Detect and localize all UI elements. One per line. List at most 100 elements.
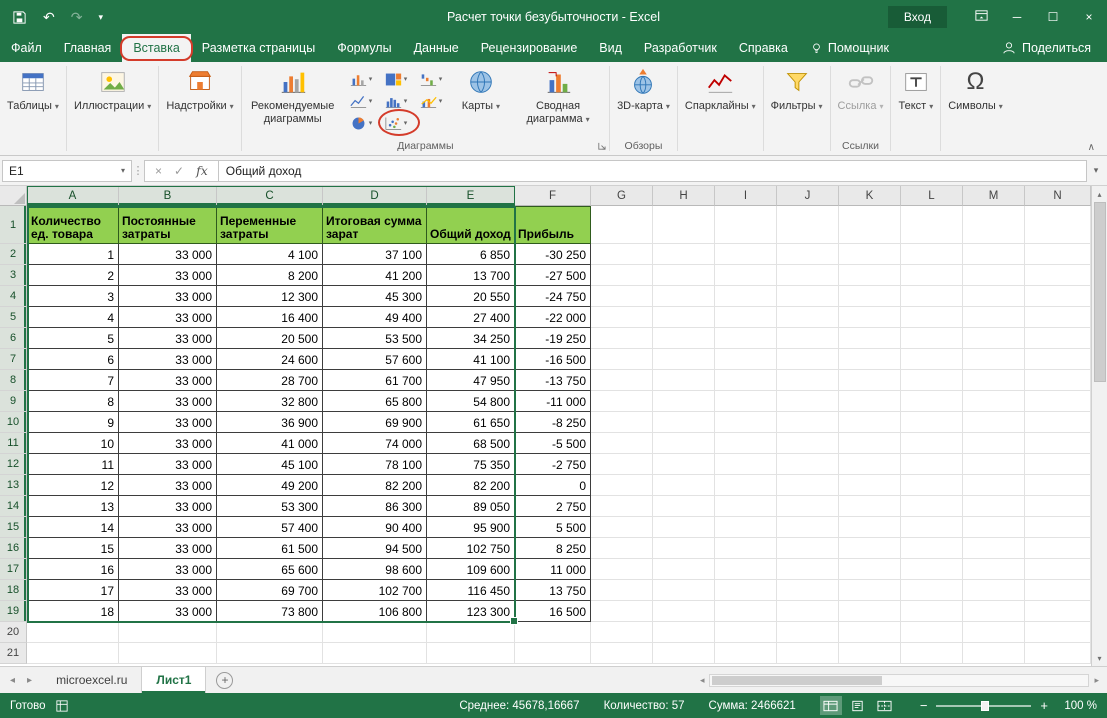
- cell-J2[interactable]: [777, 244, 839, 265]
- map-3d-button[interactable]: 3D-карта▾: [610, 62, 677, 138]
- cell-M1[interactable]: [963, 206, 1025, 244]
- row-header-2[interactable]: 2: [0, 244, 27, 265]
- cell-I4[interactable]: [715, 286, 777, 307]
- cell-D1[interactable]: Итоговая сумма зарат: [323, 206, 427, 244]
- cell-M21[interactable]: [963, 643, 1025, 664]
- cell-J11[interactable]: [777, 433, 839, 454]
- cell-L11[interactable]: [901, 433, 963, 454]
- cell-F8[interactable]: -13 750: [515, 370, 591, 391]
- cell-K15[interactable]: [839, 517, 901, 538]
- cell-L18[interactable]: [901, 580, 963, 601]
- cell-I3[interactable]: [715, 265, 777, 286]
- cell-M11[interactable]: [963, 433, 1025, 454]
- row-header-14[interactable]: 14: [0, 496, 27, 517]
- cell-G3[interactable]: [591, 265, 653, 286]
- cell-C7[interactable]: 24 600: [217, 349, 323, 370]
- cell-C10[interactable]: 36 900: [217, 412, 323, 433]
- cell-B15[interactable]: 33 000: [119, 517, 217, 538]
- tables-button[interactable]: Таблицы▾: [0, 62, 66, 138]
- column-header-B[interactable]: B: [119, 186, 217, 206]
- cell-G20[interactable]: [591, 622, 653, 643]
- column-header-G[interactable]: G: [591, 186, 653, 206]
- cell-D15[interactable]: 90 400: [323, 517, 427, 538]
- cell-M20[interactable]: [963, 622, 1025, 643]
- scroll-left-icon[interactable]: ◂: [698, 675, 707, 686]
- tab-formulas[interactable]: Формулы: [326, 34, 402, 62]
- select-all-button[interactable]: [0, 186, 27, 206]
- cell-H5[interactable]: [653, 307, 715, 328]
- cell-K3[interactable]: [839, 265, 901, 286]
- cell-D11[interactable]: 74 000: [323, 433, 427, 454]
- cell-H3[interactable]: [653, 265, 715, 286]
- illustrations-button[interactable]: Иллюстрации▾: [67, 62, 158, 138]
- cell-D13[interactable]: 82 200: [323, 475, 427, 496]
- cell-L4[interactable]: [901, 286, 963, 307]
- cell-G17[interactable]: [591, 559, 653, 580]
- insert-function-icon[interactable]: fx: [196, 163, 208, 178]
- cell-L12[interactable]: [901, 454, 963, 475]
- cell-A11[interactable]: 10: [27, 433, 119, 454]
- cell-L8[interactable]: [901, 370, 963, 391]
- cell-E7[interactable]: 41 100: [427, 349, 515, 370]
- cell-B5[interactable]: 33 000: [119, 307, 217, 328]
- horizontal-scroll-thumb[interactable]: [712, 676, 882, 685]
- cell-G11[interactable]: [591, 433, 653, 454]
- cell-H13[interactable]: [653, 475, 715, 496]
- formula-input[interactable]: Общий доход: [218, 160, 1087, 182]
- row-header-8[interactable]: 8: [0, 370, 27, 391]
- cell-N4[interactable]: [1025, 286, 1091, 307]
- cell-C16[interactable]: 61 500: [217, 538, 323, 559]
- normal-view-icon[interactable]: [820, 696, 842, 715]
- cell-L21[interactable]: [901, 643, 963, 664]
- cell-E2[interactable]: 6 850: [427, 244, 515, 265]
- sheet-tab-list1[interactable]: Лист1: [142, 667, 206, 693]
- cell-E8[interactable]: 47 950: [427, 370, 515, 391]
- cell-K20[interactable]: [839, 622, 901, 643]
- cell-N5[interactable]: [1025, 307, 1091, 328]
- cell-H10[interactable]: [653, 412, 715, 433]
- cell-K17[interactable]: [839, 559, 901, 580]
- tab-view[interactable]: Вид: [588, 34, 633, 62]
- cell-H1[interactable]: [653, 206, 715, 244]
- dialog-launcher-icon[interactable]: [597, 142, 606, 151]
- cell-D7[interactable]: 57 600: [323, 349, 427, 370]
- row-header-3[interactable]: 3: [0, 265, 27, 286]
- tab-help[interactable]: Справка: [728, 34, 799, 62]
- filters-button[interactable]: Фильтры▾: [764, 62, 830, 138]
- insert-pie-chart-button[interactable]: ▾: [348, 113, 381, 133]
- row-header-7[interactable]: 7: [0, 349, 27, 370]
- insert-statistic-chart-button[interactable]: ▾: [383, 91, 416, 111]
- cell-K4[interactable]: [839, 286, 901, 307]
- cell-G9[interactable]: [591, 391, 653, 412]
- cell-K2[interactable]: [839, 244, 901, 265]
- cell-I17[interactable]: [715, 559, 777, 580]
- cell-N17[interactable]: [1025, 559, 1091, 580]
- cell-E3[interactable]: 13 700: [427, 265, 515, 286]
- column-header-I[interactable]: I: [715, 186, 777, 206]
- cell-C17[interactable]: 65 600: [217, 559, 323, 580]
- cell-F16[interactable]: 8 250: [515, 538, 591, 559]
- cell-C19[interactable]: 73 800: [217, 601, 323, 622]
- cell-N7[interactable]: [1025, 349, 1091, 370]
- cell-I21[interactable]: [715, 643, 777, 664]
- macro-record-icon[interactable]: [56, 700, 68, 712]
- cell-A15[interactable]: 14: [27, 517, 119, 538]
- close-button[interactable]: ×: [1071, 0, 1107, 34]
- cell-F6[interactable]: -19 250: [515, 328, 591, 349]
- cell-M17[interactable]: [963, 559, 1025, 580]
- row-header-9[interactable]: 9: [0, 391, 27, 412]
- cell-J16[interactable]: [777, 538, 839, 559]
- cell-A1[interactable]: Количество ед. товара: [27, 206, 119, 244]
- cell-N15[interactable]: [1025, 517, 1091, 538]
- cell-F15[interactable]: 5 500: [515, 517, 591, 538]
- cell-F7[interactable]: -16 500: [515, 349, 591, 370]
- cell-L20[interactable]: [901, 622, 963, 643]
- cell-A4[interactable]: 3: [27, 286, 119, 307]
- formula-bar-expand-icon[interactable]: ▾: [1087, 165, 1105, 176]
- minimize-button[interactable]: ─: [999, 0, 1035, 34]
- cell-E16[interactable]: 102 750: [427, 538, 515, 559]
- cell-A16[interactable]: 15: [27, 538, 119, 559]
- cell-F3[interactable]: -27 500: [515, 265, 591, 286]
- cell-K6[interactable]: [839, 328, 901, 349]
- cell-F11[interactable]: -5 500: [515, 433, 591, 454]
